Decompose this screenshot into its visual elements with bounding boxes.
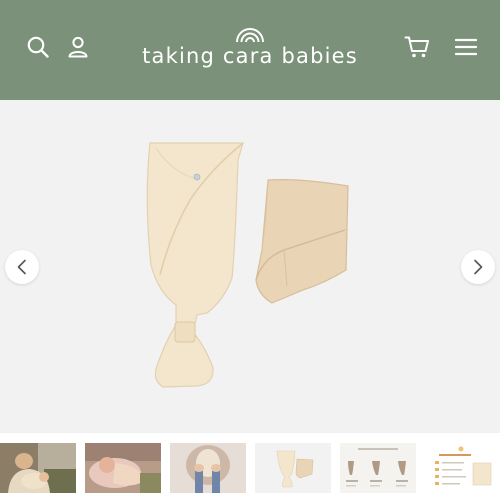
site-header: taking cara babies: [0, 0, 500, 100]
baby-swaddled-on-pillow-photo: [85, 443, 161, 493]
thumbnail-strip: [0, 443, 500, 493]
previous-image-button[interactable]: [5, 250, 39, 284]
swaddle-band: [255, 179, 349, 304]
thumbnail-1[interactable]: [0, 443, 76, 493]
rainbow-logo-icon: [236, 28, 264, 42]
thumbnail-2[interactable]: [85, 443, 161, 493]
swaddle-and-band-product-photo: [255, 443, 331, 493]
chevron-left-icon: [17, 259, 26, 275]
chevron-right-icon: [474, 259, 483, 275]
next-image-button[interactable]: [461, 250, 495, 284]
cart-icon: [404, 36, 429, 58]
included-items-checklist: [425, 443, 500, 493]
thumbnail-4[interactable]: [255, 443, 331, 493]
thumbnail-6[interactable]: [425, 443, 500, 493]
feet-and-swaddle-photo: [170, 443, 246, 493]
swaddle-sack: [146, 142, 244, 388]
thumbnail-3[interactable]: [170, 443, 246, 493]
parent-holding-baby-photo: [0, 443, 76, 493]
cart-button[interactable]: [400, 30, 434, 64]
brand-name: taking cara babies: [142, 44, 358, 68]
thumbnail-5[interactable]: [340, 443, 416, 493]
product-image-gallery[interactable]: [0, 100, 500, 433]
menu-button[interactable]: [449, 30, 483, 64]
product-image: [146, 142, 349, 388]
swaddle-steps-infographic: [340, 443, 416, 493]
menu-icon: [455, 38, 477, 56]
